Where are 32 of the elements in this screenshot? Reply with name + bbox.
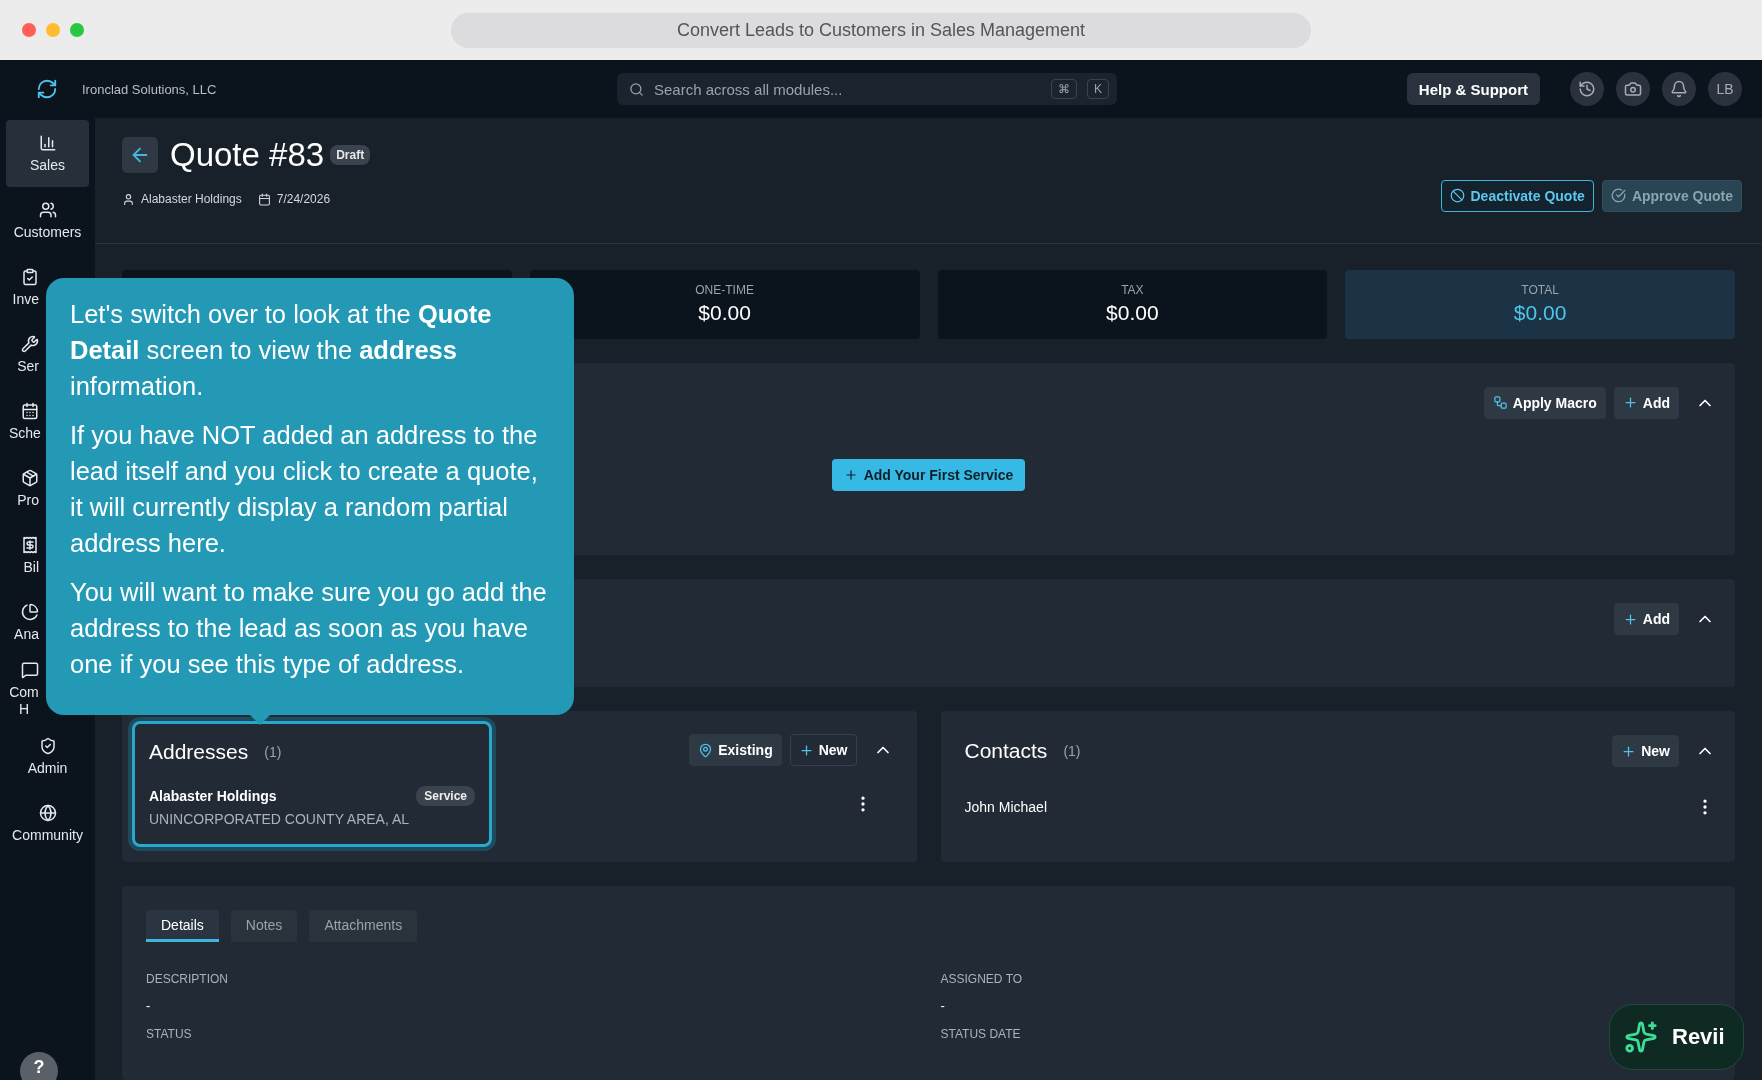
field-value: - <box>940 998 945 1014</box>
total-label: TAX <box>1121 283 1144 298</box>
field-value: - <box>146 998 151 1014</box>
tooltip-text: You will want to make sure you go add the address to the lead as soon as you have one if you see this type of address. <box>70 577 548 680</box>
field-label: STATUS DATE <box>940 1027 1021 1042</box>
total-value: $0.00 <box>1106 301 1159 326</box>
company-name: Ironclad Solutions, LLC <box>82 81 218 97</box>
item-count: (1) <box>1063 743 1081 760</box>
tooltip-text: If you have NOT added an address to the lead itself and you click to create a quote, it will currently display a random partial address here. <box>70 420 539 559</box>
quote-title: Quote #83 <box>170 136 325 174</box>
status-badge: Draft <box>330 145 371 165</box>
field-label: STATUS <box>146 1027 192 1042</box>
customer-name: Alabaster Holdings <box>122 192 242 206</box>
field-label: ASSIGNED TO <box>940 972 1023 987</box>
total-value: $0.00 <box>1513 301 1567 326</box>
tooltip-text: Let's switch over to look at the Quote Detail screen to view the address information. <box>70 299 493 402</box>
address-type-tag: Service <box>416 786 475 807</box>
shortcut-key: ⌘ <box>1051 79 1077 99</box>
card-title: Addresses <box>149 740 249 765</box>
total-label: TOTAL <box>1521 283 1559 298</box>
item-count: (1) <box>264 744 282 761</box>
quote-date: 7/24/2026 <box>257 192 331 206</box>
address-name: Alabaster Holdings <box>149 788 277 805</box>
total-value: $0.00 <box>698 301 751 326</box>
field-label: DESCRIPTION <box>146 972 228 987</box>
address-line: UNINCORPORATED COUNTY AREA, AL <box>149 811 410 828</box>
contact-name: John Michael <box>964 799 1047 816</box>
window-title: Convert Leads to Customers in Sales Management <box>451 13 1311 48</box>
search-placeholder: Search across all modules... <box>654 80 844 98</box>
shortcut-key: K <box>1087 79 1109 99</box>
total-label: ONE-TIME <box>695 283 754 298</box>
card-title: Contacts <box>964 739 1048 764</box>
